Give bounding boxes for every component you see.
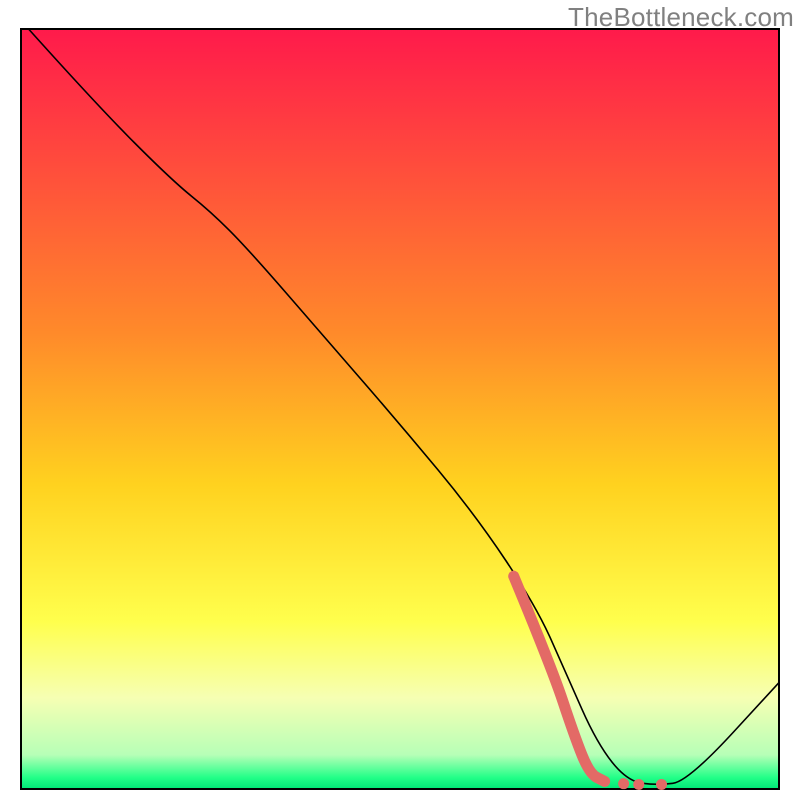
pink-dot (633, 779, 644, 790)
pink-dot (656, 779, 667, 790)
chart-svg (0, 0, 800, 800)
pink-dot (618, 778, 629, 789)
chart-stage: TheBottleneck.com (0, 0, 800, 800)
watermark-text: TheBottleneck.com (568, 2, 794, 33)
